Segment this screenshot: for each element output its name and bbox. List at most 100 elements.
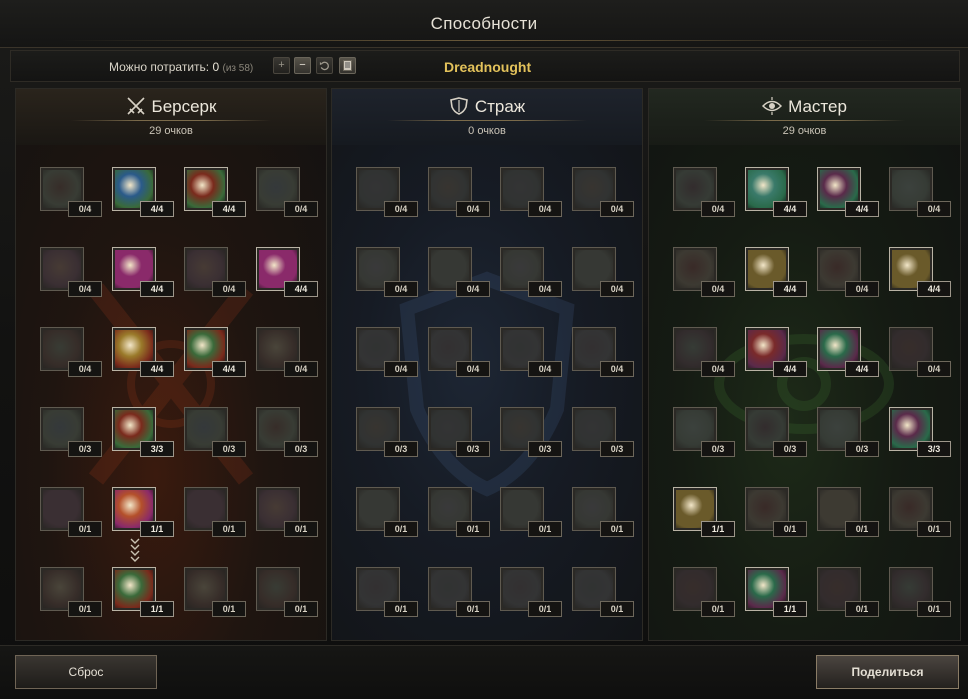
talents-window: Способности Можно потратить: 0 (из 58) +… [0, 0, 968, 699]
guard-emblem [399, 271, 575, 497]
skill-slot[interactable]: 4/4 [817, 327, 879, 377]
skill-rank-badge: 0/4 [212, 281, 246, 297]
skill-slot[interactable]: 0/1 [745, 487, 807, 537]
skill-slot[interactable]: 4/4 [112, 327, 174, 377]
skill-slot[interactable]: 0/3 [745, 407, 807, 457]
skill-slot[interactable]: 0/4 [184, 247, 246, 297]
skill-slot[interactable]: 1/1 [112, 487, 174, 537]
skill-slot[interactable]: 4/4 [817, 167, 879, 217]
skill-slot[interactable]: 4/4 [112, 167, 174, 217]
skill-slot[interactable]: 4/4 [256, 247, 318, 297]
skill-slot[interactable]: 0/3 [40, 407, 102, 457]
skill-slot[interactable]: 0/1 [428, 567, 490, 617]
skill-slot[interactable]: 0/3 [184, 407, 246, 457]
skill-slot[interactable]: 0/4 [889, 167, 951, 217]
skill-slot[interactable]: 0/1 [256, 487, 318, 537]
share-button[interactable]: Поделиться [816, 655, 959, 689]
skill-rank-badge: 0/4 [701, 281, 735, 297]
skill-slot[interactable]: 0/4 [40, 167, 102, 217]
skill-rank-badge: 4/4 [773, 361, 807, 377]
skill-slot[interactable]: 0/1 [500, 567, 562, 617]
skill-slot[interactable]: 1/1 [112, 567, 174, 617]
skill-slot[interactable]: 0/1 [256, 567, 318, 617]
add-point-button[interactable]: + [273, 57, 290, 74]
skill-slot[interactable]: 0/1 [817, 487, 879, 537]
skill-slot[interactable]: 0/4 [40, 327, 102, 377]
skill-slot[interactable]: 0/3 [256, 407, 318, 457]
skill-slot[interactable]: 0/4 [500, 167, 562, 217]
skill-slot[interactable]: 0/4 [500, 327, 562, 377]
skill-slot[interactable]: 0/1 [817, 567, 879, 617]
skill-slot[interactable]: 0/4 [428, 167, 490, 217]
skill-rank-badge: 0/4 [68, 201, 102, 217]
save-build-button[interactable] [339, 57, 356, 74]
skill-slot[interactable]: 0/4 [572, 247, 634, 297]
skill-slot[interactable]: 0/4 [356, 247, 418, 297]
skill-rank-badge: 0/1 [456, 521, 490, 537]
skill-slot[interactable]: 4/4 [889, 247, 951, 297]
skill-rank-badge: 0/4 [917, 201, 951, 217]
skill-slot[interactable]: 0/4 [256, 327, 318, 377]
skill-rank-badge: 1/1 [140, 521, 174, 537]
skill-slot[interactable]: 0/4 [256, 167, 318, 217]
skill-rank-badge: 4/4 [140, 281, 174, 297]
skill-slot[interactable]: 0/1 [889, 487, 951, 537]
skill-slot[interactable]: 0/1 [40, 567, 102, 617]
skill-rank-badge: 0/4 [456, 361, 490, 377]
remove-point-button[interactable]: − [294, 57, 311, 74]
eye-icon [762, 97, 783, 115]
skill-slot[interactable]: 0/4 [673, 247, 735, 297]
skill-slot[interactable]: 4/4 [745, 167, 807, 217]
skill-rank-badge: 1/1 [701, 521, 735, 537]
skill-slot[interactable]: 0/3 [817, 407, 879, 457]
skill-slot[interactable]: 0/3 [500, 407, 562, 457]
skill-slot[interactable]: 4/4 [745, 327, 807, 377]
skill-slot[interactable]: 0/1 [500, 487, 562, 537]
skill-rank-badge: 0/3 [384, 441, 418, 457]
skill-slot[interactable]: 0/1 [184, 567, 246, 617]
skill-slot[interactable]: 0/1 [572, 567, 634, 617]
skill-slot[interactable]: 0/1 [572, 487, 634, 537]
skill-slot[interactable]: 0/4 [428, 327, 490, 377]
skill-slot[interactable]: 0/1 [184, 487, 246, 537]
skill-slot[interactable]: 0/4 [673, 327, 735, 377]
skill-slot[interactable]: 0/3 [356, 407, 418, 457]
reset-button[interactable]: Сброс [15, 655, 157, 689]
skill-slot[interactable]: 0/4 [500, 247, 562, 297]
skill-slot[interactable]: 1/1 [745, 567, 807, 617]
skill-slot[interactable]: 4/4 [184, 327, 246, 377]
skill-slot[interactable]: 3/3 [112, 407, 174, 457]
skill-slot[interactable]: 4/4 [112, 247, 174, 297]
title-divider [60, 40, 908, 41]
skill-slot[interactable]: 0/4 [356, 327, 418, 377]
skill-slot[interactable]: 0/3 [428, 407, 490, 457]
skill-slot[interactable]: 4/4 [745, 247, 807, 297]
skill-slot[interactable]: 0/1 [889, 567, 951, 617]
skill-slot[interactable]: 0/4 [572, 327, 634, 377]
skill-slot[interactable]: 0/1 [356, 567, 418, 617]
skill-rank-badge: 0/4 [600, 201, 634, 217]
skill-slot[interactable]: 0/4 [428, 247, 490, 297]
skill-slot[interactable]: 0/4 [40, 247, 102, 297]
skill-rank-badge: 0/3 [528, 441, 562, 457]
skill-rank-badge: 0/4 [284, 361, 318, 377]
skill-slot[interactable]: 0/3 [572, 407, 634, 457]
skill-slot[interactable]: 0/4 [673, 167, 735, 217]
tree-name-label: Мастер [788, 97, 847, 116]
tree-divider [387, 120, 587, 121]
skill-slot[interactable]: 0/1 [356, 487, 418, 537]
skill-slot[interactable]: 0/4 [572, 167, 634, 217]
skill-slot[interactable]: 0/4 [356, 167, 418, 217]
skill-slot[interactable]: 3/3 [889, 407, 951, 457]
skill-slot[interactable]: 0/4 [889, 327, 951, 377]
skill-slot[interactable]: 0/3 [673, 407, 735, 457]
undo-button[interactable] [316, 57, 333, 74]
skill-slot[interactable]: 4/4 [184, 167, 246, 217]
skill-slot[interactable]: 0/4 [817, 247, 879, 297]
skill-slot[interactable]: 0/1 [40, 487, 102, 537]
skill-slot[interactable]: 1/1 [673, 487, 735, 537]
skill-rank-badge: 0/4 [384, 201, 418, 217]
skill-rank-badge: 0/4 [600, 281, 634, 297]
skill-slot[interactable]: 0/1 [673, 567, 735, 617]
skill-slot[interactable]: 0/1 [428, 487, 490, 537]
